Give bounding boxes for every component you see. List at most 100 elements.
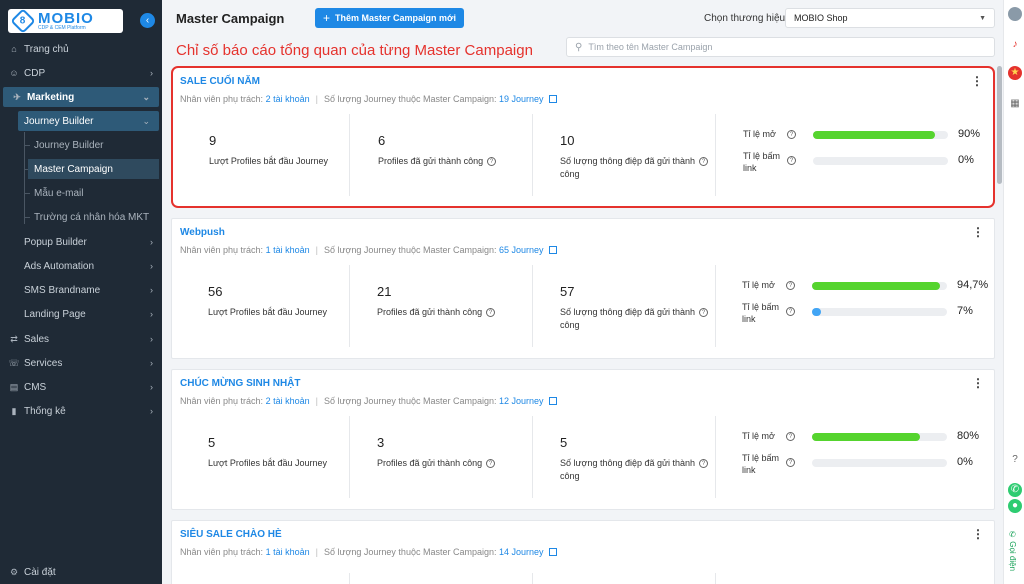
open-rate-bar: [812, 433, 947, 441]
help-icon[interactable]: ?: [486, 308, 496, 318]
help-icon[interactable]: ?: [486, 459, 496, 469]
caret-down-icon: ▼: [979, 14, 986, 22]
sidebar-item-email-template[interactable]: Mẫu e-mail: [34, 183, 159, 203]
annotation-text: Chỉ số báo cáo tổng quan của từng Master…: [176, 42, 533, 59]
journey-count-link[interactable]: 65 Journey: [499, 245, 544, 255]
progress-fill: [813, 131, 935, 139]
help-icon[interactable]: ?: [786, 307, 795, 316]
more-vertical-icon[interactable]: ⋮: [972, 376, 984, 390]
progress-fill: [812, 282, 940, 290]
chat-icon[interactable]: ●: [1008, 499, 1022, 513]
click-rate-bar: [812, 459, 947, 467]
journey-count-link[interactable]: 12 Journey: [499, 396, 544, 406]
click-rate-bar: [813, 157, 948, 165]
help-icon[interactable]: ?: [699, 308, 709, 318]
campaign-meta: Nhân viên phụ trách: 1 tài khoản | Số lượn…: [180, 245, 557, 255]
open-rate-label: Tỉ lệ mở: [742, 431, 775, 441]
sidebar-item-cdp[interactable]: ☺ CDP ›: [0, 63, 162, 83]
campaign-name[interactable]: SALE CUỐI NĂM: [180, 76, 260, 87]
staff-link[interactable]: 1 tài khoản: [266, 245, 310, 255]
open-link-icon[interactable]: [548, 94, 557, 103]
more-vertical-icon[interactable]: ⋮: [972, 225, 984, 239]
sidebar-item-journey-builder[interactable]: Journey Builder: [34, 135, 159, 155]
messages-sent-label: Số lượng thông điệp đã gửi thành: [560, 307, 696, 317]
chevron-right-icon: ›: [150, 334, 153, 344]
open-link-icon[interactable]: [548, 396, 557, 405]
journey-count-link[interactable]: 14 Journey: [499, 547, 544, 557]
profiles-started-value: 56: [208, 284, 223, 299]
chevron-down-icon: ⌄: [142, 115, 150, 126]
sidebar-item-marketing[interactable]: ✈ Marketing ⌄: [3, 87, 159, 107]
more-vertical-icon[interactable]: ⋮: [972, 527, 984, 541]
chevron-right-icon: ›: [150, 382, 153, 392]
sidebar-item-settings[interactable]: ⚙ Cài đặt: [0, 562, 162, 582]
help-icon[interactable]: ?: [787, 156, 796, 165]
open-rate-bar: [813, 131, 948, 139]
help-icon[interactable]: ?: [786, 458, 795, 467]
star-icon[interactable]: ★: [1008, 66, 1022, 80]
more-vertical-icon[interactable]: ⋮: [971, 74, 983, 88]
campaign-name[interactable]: Webpush: [180, 227, 225, 238]
brand-select-label: Chọn thương hiệu: [704, 13, 786, 24]
profiles-started-value: 5: [208, 435, 216, 450]
sidebar-item-home[interactable]: ⌂ Trang chủ: [0, 39, 162, 59]
staff-link[interactable]: 2 tài khoản: [266, 396, 310, 406]
sidebar-item-landing-page[interactable]: Landing Page ›: [0, 304, 162, 324]
sidebar-item-popup-builder[interactable]: Popup Builder ›: [0, 232, 162, 252]
help-icon[interactable]: ?: [487, 157, 497, 167]
campaign-card: SALE CUỐI NĂM ⋮ Nhân viên phụ trách: 2 t…: [171, 66, 995, 208]
logo[interactable]: 8 MOBIO CDP & CEM Platform: [8, 8, 123, 34]
open-link-icon[interactable]: [548, 547, 557, 556]
cms-icon: ▤: [9, 381, 19, 392]
sidebar-item-ads-automation[interactable]: Ads Automation ›: [0, 256, 162, 276]
campaign-name[interactable]: CHÚC MỪNG SINH NHẬT: [180, 378, 301, 389]
megaphone-icon: ✈: [13, 91, 21, 102]
sidebar-item-services[interactable]: ☏ Services ›: [0, 353, 162, 373]
search-input[interactable]: ⚲ Tìm theo tên Master Campaign: [566, 37, 995, 57]
journey-count-link[interactable]: 19 Journey: [499, 94, 544, 104]
sidebar-item-stats[interactable]: ▮ Thống kê ›: [0, 401, 162, 421]
logo-mark-icon: 8: [10, 8, 36, 34]
staff-link[interactable]: 2 tài khoản: [266, 94, 310, 104]
sidebar-item-cms[interactable]: ▤ CMS ›: [0, 377, 162, 397]
collapse-sidebar-icon[interactable]: ‹: [140, 13, 155, 28]
chevron-right-icon: ›: [150, 261, 153, 271]
staff-link[interactable]: 1 tài khoản: [266, 547, 310, 557]
store-icon[interactable]: ▦: [1008, 97, 1022, 111]
campaign-card: SIÊU SALE CHÀO HÈ ⋮ Nhân viên phụ trách:…: [171, 520, 995, 584]
chevron-right-icon: ›: [150, 358, 153, 368]
bell-icon[interactable]: ♪: [1008, 38, 1022, 52]
right-rail: ♪ ★ ▦ ? ✆ ●: [1003, 0, 1024, 584]
messages-sent-value: 10: [560, 133, 575, 148]
search-icon: ⚲: [575, 41, 583, 53]
call-label[interactable]: ✆ Gọi điện: [1008, 530, 1017, 571]
open-rate-bar: [812, 282, 947, 290]
help-icon[interactable]: ?: [786, 281, 795, 290]
add-master-campaign-button[interactable]: + Thêm Master Campaign mới: [315, 8, 464, 28]
click-rate-value: 7%: [957, 305, 973, 317]
campaign-name[interactable]: SIÊU SALE CHÀO HÈ: [180, 529, 282, 540]
brand-select[interactable]: MOBIO Shop ▼: [785, 8, 995, 28]
services-icon: ☏: [8, 357, 20, 368]
sidebar-item-sms-brandname[interactable]: SMS Brandname ›: [0, 280, 162, 300]
progress-fill: [812, 308, 822, 316]
open-link-icon[interactable]: [548, 245, 557, 254]
help-icon[interactable]: ?: [787, 130, 796, 139]
help-icon[interactable]: ?: [699, 157, 709, 167]
home-icon: ⌂: [11, 44, 17, 54]
profiles-sent-label: Profiles đã gửi thành công: [377, 458, 483, 468]
scrollbar[interactable]: [997, 66, 1002, 184]
help-icon[interactable]: ?: [699, 459, 709, 469]
help-circle-icon[interactable]: ?: [1008, 453, 1022, 467]
click-rate-bar: [812, 308, 947, 316]
sidebar-item-sales[interactable]: ⇄ Sales ›: [0, 329, 162, 349]
sidebar-item-personalization-fields[interactable]: Trường cá nhân hóa MKT: [34, 207, 159, 227]
click-rate-value: 0%: [957, 456, 973, 468]
profiles-started-value: 9: [209, 133, 217, 148]
sidebar-item-master-campaign[interactable]: Master Campaign: [28, 159, 159, 179]
phone-icon[interactable]: ✆: [1008, 483, 1022, 497]
sidebar-item-journey-builder-group[interactable]: Journey Builder ⌄: [18, 111, 159, 131]
avatar[interactable]: [1008, 7, 1022, 21]
help-icon[interactable]: ?: [786, 432, 795, 441]
profiles-sent-label: Profiles đã gửi thành công: [378, 156, 484, 166]
